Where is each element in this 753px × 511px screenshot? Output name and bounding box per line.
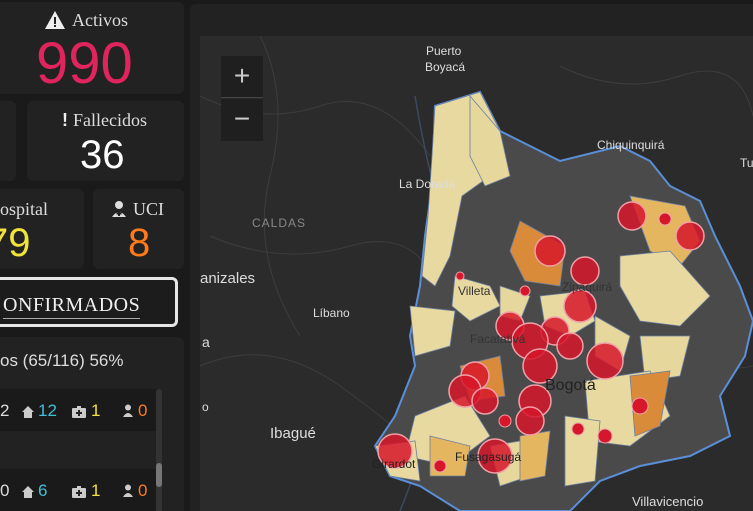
- municipality-list: os (65/116) 56% 2 12 1 0 0 6 1 0: [0, 337, 184, 511]
- hospital-icon: [72, 485, 86, 503]
- list-item[interactable]: 0 6 1 0: [0, 469, 160, 511]
- uci-icon: [122, 484, 134, 502]
- row-uci-count: 0: [138, 481, 148, 500]
- place-label: Puerto: [426, 44, 462, 58]
- place-label: Líbano: [313, 306, 350, 320]
- list-scrollbar[interactable]: [156, 389, 162, 511]
- row-hospital-count: 1: [91, 481, 101, 500]
- activos-label: Activos: [72, 10, 128, 30]
- confirmados-button[interactable]: ONFIRMADOS: [0, 277, 178, 327]
- zoom-out-button[interactable]: −: [221, 99, 263, 141]
- exclamation-icon: !: [62, 110, 68, 130]
- place-label: La Dorada: [399, 177, 456, 191]
- fallecidos-card: ! Fallecidos 36: [27, 101, 184, 181]
- place-label: o: [202, 400, 209, 414]
- list-item[interactable]: 2 12 1 0: [0, 389, 160, 431]
- medic-icon: [110, 200, 128, 218]
- place-label: Fusagasugá: [455, 450, 522, 464]
- fallecidos-label: Fallecidos: [73, 110, 147, 130]
- map-canvas[interactable]: + − Puerto Boyacá Chiquinquirá La Dorada…: [200, 36, 753, 511]
- uci-card: UCI 8: [93, 189, 184, 269]
- uci-value: 8: [128, 221, 151, 265]
- home-icon: [22, 485, 34, 503]
- place-label: Tu: [740, 156, 753, 170]
- place-label: Boyacá: [425, 60, 466, 74]
- zoom-in-button[interactable]: +: [221, 56, 263, 98]
- warning-icon: [44, 10, 66, 30]
- region-label: CALDAS: [252, 216, 307, 230]
- row-uci-count: 0: [138, 401, 148, 420]
- home-icon: [22, 405, 34, 423]
- place-label: a: [202, 334, 210, 350]
- activos-card: Activos 990: [0, 2, 184, 96]
- list-scroll-thumb[interactable]: [156, 463, 162, 487]
- list-summary: os (65/116) 56%: [0, 351, 124, 370]
- confirmados-label: ONFIRMADOS: [3, 294, 141, 319]
- hospital-label: ospital: [0, 199, 48, 219]
- place-label: Ibagué: [270, 425, 316, 442]
- uci-label: UCI: [133, 199, 164, 219]
- stat-card-partial: [0, 101, 16, 181]
- place-label: anizales: [200, 270, 256, 287]
- place-label: Girardot: [372, 457, 416, 471]
- fallecidos-value: 36: [80, 133, 125, 177]
- row-home-count: 12: [38, 401, 57, 420]
- place-label: Bogotá: [545, 377, 596, 394]
- place-label: Villavicencio: [632, 494, 704, 509]
- activos-value: 990: [36, 31, 133, 96]
- hospital-card: ospital 79: [0, 189, 84, 269]
- hospital-icon: [72, 405, 86, 423]
- uci-icon: [122, 404, 134, 422]
- row-home-count: 6: [38, 481, 48, 500]
- hospital-value: 79: [0, 221, 31, 265]
- place-label: Zipaquirá: [562, 280, 613, 294]
- row-count: 0: [0, 481, 10, 500]
- row-hospital-count: 1: [91, 401, 101, 420]
- row-count: 2: [0, 401, 10, 420]
- place-label: Chiquinquirá: [597, 138, 665, 152]
- place-label: Villeta: [458, 284, 491, 298]
- place-label: Facatativá: [470, 332, 526, 346]
